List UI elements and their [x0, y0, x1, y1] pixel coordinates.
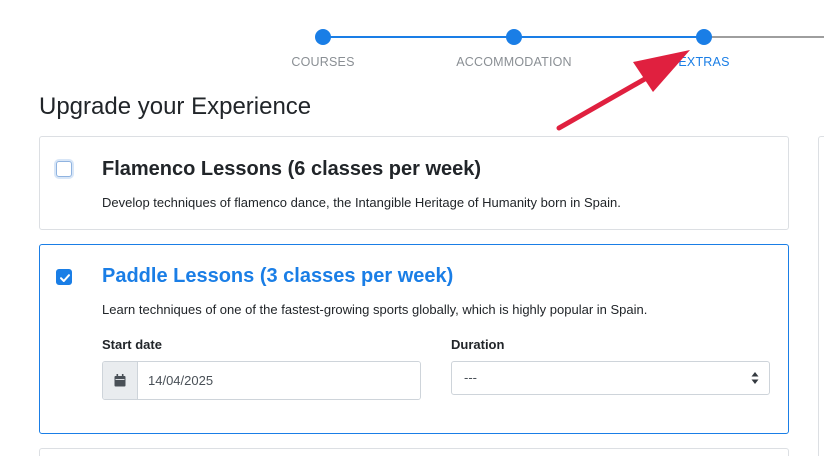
side-summary-panel	[818, 136, 824, 456]
extra-card-flamenco[interactable]: Flamenco Lessons (6 classes per week) De…	[39, 136, 789, 230]
paddle-title: Paddle Lessons (3 classes per week)	[102, 265, 454, 287]
duration-label: Duration	[451, 337, 505, 352]
extra-card-next[interactable]	[39, 448, 789, 456]
calendar-icon[interactable]	[103, 362, 138, 399]
start-date-input[interactable]	[138, 362, 420, 399]
sort-caret-icon	[751, 372, 759, 384]
paddle-checkbox[interactable]	[56, 269, 72, 285]
check-icon	[60, 274, 70, 282]
start-date-label: Start date	[102, 337, 162, 352]
duration-select[interactable]: ---	[451, 361, 770, 395]
flamenco-checkbox[interactable]	[56, 161, 72, 177]
start-date-field[interactable]	[102, 361, 421, 400]
extra-card-paddle[interactable]: Paddle Lessons (3 classes per week) Lear…	[39, 244, 789, 434]
flamenco-description: Develop techniques of flamenco dance, th…	[102, 195, 621, 210]
paddle-description: Learn techniques of one of the fastest-g…	[102, 302, 648, 317]
duration-selected-value: ---	[464, 370, 477, 385]
page-title: Upgrade your Experience	[39, 93, 312, 120]
flamenco-title: Flamenco Lessons (6 classes per week)	[102, 158, 482, 180]
